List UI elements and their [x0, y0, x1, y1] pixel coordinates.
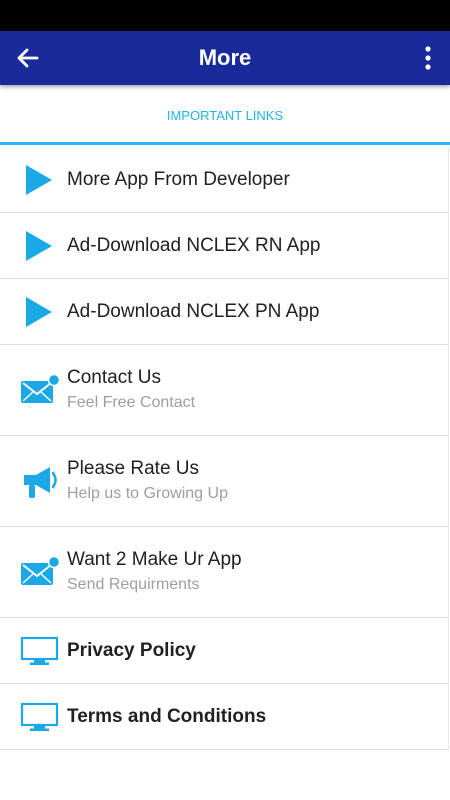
tab-important-links[interactable]: IMPORTANT LINKS: [0, 108, 450, 123]
list-item-privacy-policy[interactable]: Privacy Policy: [0, 618, 449, 684]
list-item-nclex-pn[interactable]: Ad-Download NCLEX PN App: [0, 279, 449, 345]
list-item-nclex-rn[interactable]: Ad-Download NCLEX RN App: [0, 213, 449, 279]
item-title: Ad-Download NCLEX PN App: [67, 301, 320, 322]
item-title: Privacy Policy: [67, 640, 196, 661]
item-title: Want 2 Make Ur App: [67, 549, 242, 570]
app-bar: More: [0, 31, 450, 85]
list-item-more-apps[interactable]: More App From Developer: [0, 147, 449, 213]
play-icon: [26, 297, 52, 327]
play-icon: [26, 231, 52, 261]
item-title: Terms and Conditions: [67, 706, 267, 727]
monitor-icon: [20, 702, 59, 731]
list-item-contact-us[interactable]: Contact Us Feel Free Contact: [0, 345, 449, 436]
tab-indicator: [0, 142, 450, 145]
overflow-menu-button[interactable]: [424, 45, 432, 71]
item-subtitle: Feel Free Contact: [67, 394, 196, 411]
item-title: More App From Developer: [67, 169, 290, 190]
page-title: More: [198, 45, 252, 70]
status-bar: [0, 0, 450, 31]
item-subtitle: Help us to Growing Up: [67, 485, 228, 502]
list-item-make-app[interactable]: Want 2 Make Ur App Send Requirments: [0, 527, 449, 618]
play-icon: [26, 165, 52, 195]
megaphone-icon: [24, 467, 57, 498]
mail-icon: [21, 373, 60, 403]
item-subtitle: Send Requirments: [67, 576, 200, 593]
monitor-icon: [20, 636, 59, 665]
list-item-terms[interactable]: Terms and Conditions: [0, 684, 449, 750]
item-title: Contact Us: [67, 367, 161, 388]
links-list: More App From Developer Ad-Download NCLE…: [0, 147, 450, 750]
item-title: Please Rate Us: [67, 458, 200, 479]
more-vert-icon: [425, 46, 431, 70]
list-item-rate-us[interactable]: Please Rate Us Help us to Growing Up: [0, 436, 449, 527]
item-title: Ad-Download NCLEX RN App: [67, 235, 321, 256]
mail-icon: [21, 555, 60, 585]
tab-strip: IMPORTANT LINKS: [0, 85, 450, 145]
